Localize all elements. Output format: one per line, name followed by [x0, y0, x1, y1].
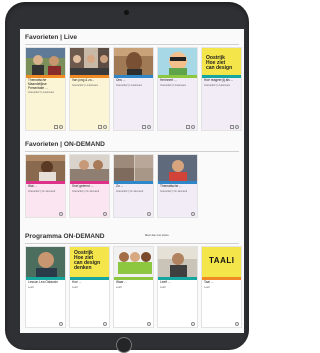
card-thumbnail [26, 247, 65, 277]
card-subtitle: Leeft [72, 285, 78, 289]
card-row: Thematische Maandelijkse Presentatie ...… [25, 47, 242, 131]
check-icon[interactable] [147, 212, 151, 216]
video-card[interactable]: Herinnert ... Interactief | Livestream [157, 47, 198, 131]
card-subtitle: Leeft [204, 285, 210, 289]
check-icon[interactable] [103, 125, 107, 129]
check-icon[interactable] [147, 125, 151, 129]
card-subtitle: Interactief | Livestream [72, 83, 99, 87]
divider [25, 151, 239, 152]
card-thumbnail: Oostrijk Hoe ziet can design [202, 48, 241, 75]
card-thumbnail [158, 48, 197, 75]
card-subtitle: Interactief | Livestream [116, 83, 143, 87]
video-card[interactable]: Wat ... Interactief | On-demand [25, 154, 66, 218]
card-thumbnail [114, 48, 153, 75]
play-icon[interactable] [235, 322, 239, 326]
video-card[interactable]: TAALI Taal ... Leeft [201, 246, 242, 328]
card-title: Thematische Maandelijkse Presentatie ... [28, 78, 48, 90]
card-row: Wat ... Interactief | On-demand Snel gel… [25, 154, 198, 218]
card-subtitle: Interactief | On-demand [116, 189, 144, 193]
section-title: Favorieten | Live [25, 34, 78, 41]
video-card[interactable]: Oostrijk Hoe ziet can design denken Hoe … [69, 246, 110, 328]
card-subtitle: Interactief | On-demand [72, 189, 100, 193]
video-card[interactable]: Ons ... Interactief | Livestream [113, 47, 154, 131]
section-link[interactable]: Meer dan rest stress [145, 234, 169, 237]
camera-icon [124, 10, 129, 15]
card-thumbnail [158, 155, 197, 181]
play-icon[interactable] [191, 322, 195, 326]
play-icon[interactable] [59, 322, 63, 326]
section-favorieten-ondemand: Favorieten | ON-DEMAND Wat ... Interacti… [25, 141, 239, 221]
card-thumbnail [158, 247, 197, 277]
check-icon[interactable] [191, 125, 195, 129]
card-thumbnail [70, 155, 109, 181]
section-favorieten-live: Favorieten | Live Thematische Maandelijk… [25, 34, 242, 132]
card-subtitle: Interactief | Livestream [28, 91, 55, 95]
video-card[interactable]: Snel geleerd ... Interactief | On-demand [69, 154, 110, 218]
card-subtitle: Interactief | On-demand [28, 189, 56, 193]
card-thumbnail [70, 48, 109, 75]
calendar-icon[interactable] [54, 125, 58, 129]
video-card[interactable]: Zo ... Interactief | On-demand [113, 154, 154, 218]
card-subtitle: Interactief | On-demand [160, 189, 188, 193]
calendar-icon[interactable] [186, 125, 190, 129]
calendar-icon[interactable] [230, 125, 234, 129]
video-card[interactable]: Van jong & zo... Interactief | Livestrea… [69, 47, 110, 131]
section-title: Favorieten | ON-DEMAND [25, 141, 105, 148]
video-card[interactable]: Leeft ... Leeft [157, 246, 198, 328]
check-icon[interactable] [59, 212, 63, 216]
home-button[interactable] [116, 337, 132, 353]
section-programma-ondemand: Programma ON-DEMAND Meer dan rest stress… [25, 233, 242, 331]
check-icon[interactable] [191, 212, 195, 216]
card-thumbnail: TAALI [202, 247, 241, 277]
calendar-icon[interactable] [98, 125, 102, 129]
play-icon[interactable] [147, 322, 151, 326]
card-subtitle: Leeft [28, 285, 34, 289]
video-card[interactable]: Lesson Lea Ostauxin Leeft [25, 246, 66, 328]
divider [25, 243, 239, 244]
card-thumbnail: Oostrijk Hoe ziet can design denken [70, 247, 109, 277]
card-thumbnail [114, 247, 153, 277]
card-subtitle: Interactief | Livestream [160, 83, 187, 87]
video-card[interactable]: Thematische Maandelijkse Presentatie ...… [25, 47, 66, 131]
section-title: Programma ON-DEMAND [25, 233, 105, 240]
check-icon[interactable] [103, 212, 107, 216]
video-card[interactable]: Waar ... Leeft [113, 246, 154, 328]
video-card[interactable]: Thematische ... Interactief | On-demand [157, 154, 198, 218]
design-thumb-text: Oostrijk Hoe ziet can design denken [74, 250, 101, 271]
play-icon[interactable] [103, 322, 107, 326]
card-row: Lesson Lea Ostauxin Leeft Oostrijk Hoe z… [25, 246, 242, 328]
check-icon[interactable] [59, 125, 63, 129]
card-subtitle: Interactief | Livestream [204, 83, 231, 87]
tablet-frame: Favorieten | Live Thematische Maandelijk… [5, 2, 249, 353]
card-thumbnail [26, 48, 65, 75]
video-card[interactable]: Oostrijk Hoe ziet can design Hoe reageer… [201, 47, 242, 131]
divider [25, 44, 239, 45]
check-icon[interactable] [235, 125, 239, 129]
card-subtitle: Leeft [160, 285, 166, 289]
card-subtitle: Leeft [116, 285, 122, 289]
card-thumbnail [114, 155, 153, 181]
calendar-icon[interactable] [142, 125, 146, 129]
card-thumbnail [26, 155, 65, 181]
taali-thumb-text: TAALI [209, 256, 235, 265]
design-thumb-text: Oostrijk Hoe ziet can design [206, 55, 233, 71]
screen: Favorieten | Live Thematische Maandelijk… [20, 29, 244, 333]
